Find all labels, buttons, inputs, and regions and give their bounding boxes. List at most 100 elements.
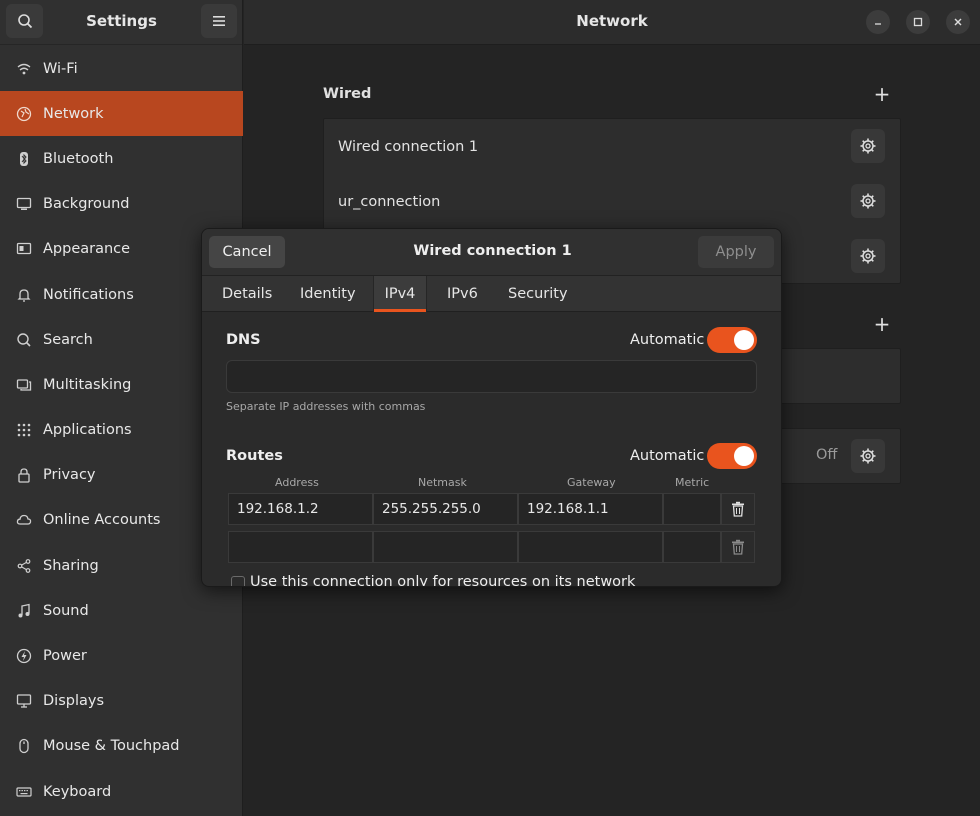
- maximize-icon: [913, 17, 923, 27]
- hamburger-icon: [213, 16, 225, 26]
- bell-icon: [15, 286, 33, 304]
- lock-icon: [15, 466, 33, 484]
- tab-ipv4[interactable]: IPv4: [373, 276, 427, 312]
- delete-route-button[interactable]: [721, 531, 755, 563]
- sidebar-item-label: Bluetooth: [43, 150, 114, 167]
- tab-identity[interactable]: Identity: [300, 276, 356, 312]
- sidebar-item-label: Wi-Fi: [43, 60, 78, 77]
- sidebar-item-bluetooth[interactable]: Bluetooth: [0, 136, 243, 181]
- sidebar-item-label: Keyboard: [43, 783, 112, 800]
- route-netmask-input[interactable]: 255.255.255.0: [373, 493, 518, 525]
- display-icon: [15, 692, 33, 710]
- minimize-icon: [875, 23, 881, 25]
- connection-row[interactable]: Wired connection 1: [324, 119, 900, 174]
- wired-section-label: Wired: [323, 86, 372, 102]
- dialog-title: Wired connection 1: [413, 243, 572, 259]
- routes-label: Routes: [226, 448, 283, 464]
- route-address-input[interactable]: [228, 531, 373, 563]
- sidebar-item-displays[interactable]: Displays: [0, 679, 243, 724]
- grid-icon: [15, 421, 33, 439]
- trash-icon: [732, 501, 744, 517]
- route-gateway-input[interactable]: [518, 531, 663, 563]
- tab-label: IPv4: [384, 286, 416, 302]
- tab-details[interactable]: Details: [222, 276, 272, 312]
- proxy-settings-button[interactable]: [851, 439, 885, 473]
- connection-dialog: Cancel Wired connection 1 Apply Details …: [201, 228, 782, 587]
- mouse-icon: [15, 737, 33, 755]
- sidebar-item-label: Displays: [43, 693, 105, 710]
- keyboard-icon: [15, 783, 33, 801]
- network-icon: [15, 105, 33, 123]
- appearance-icon: [15, 240, 33, 258]
- connection-settings-button[interactable]: [851, 184, 885, 218]
- dns-automatic-label: Automatic: [630, 332, 705, 348]
- column-header-netmask: Netmask: [418, 476, 467, 489]
- tab-security[interactable]: Security: [508, 276, 568, 312]
- route-netmask-value: 255.255.255.0: [382, 501, 481, 517]
- share-icon: [15, 557, 33, 575]
- trash-icon: [732, 539, 744, 555]
- tab-label: IPv6: [447, 286, 478, 302]
- only-resources-checkbox[interactable]: [231, 576, 245, 586]
- plus-icon: +: [873, 82, 891, 106]
- gear-icon: [860, 248, 876, 264]
- delete-route-button[interactable]: [721, 493, 755, 525]
- dialog-tabs: Details Identity IPv4 IPv6 Security: [202, 276, 781, 312]
- sidebar-item-power[interactable]: Power: [0, 633, 243, 678]
- sidebar-header: Settings: [0, 0, 242, 45]
- apply-button[interactable]: Apply: [698, 236, 774, 268]
- gear-icon: [860, 138, 876, 154]
- gear-icon: [860, 448, 876, 464]
- sidebar-item-label: Sharing: [43, 557, 99, 574]
- route-metric-input[interactable]: [663, 493, 721, 525]
- close-button[interactable]: [946, 10, 970, 34]
- add-wired-button[interactable]: +: [872, 82, 892, 106]
- sidebar-item-keyboard[interactable]: Keyboard: [0, 769, 243, 814]
- wifi-icon: [15, 60, 33, 78]
- power-icon: [15, 647, 33, 665]
- route-netmask-input[interactable]: [373, 531, 518, 563]
- column-header-gateway: Gateway: [567, 476, 616, 489]
- sidebar-item-background[interactable]: Background: [0, 182, 243, 227]
- connection-name: Wired connection 1: [338, 138, 479, 155]
- route-address-input[interactable]: 192.168.1.2: [228, 493, 373, 525]
- gear-icon: [860, 193, 876, 209]
- sidebar-item-label: Appearance: [43, 241, 131, 258]
- sidebar-item-label: Online Accounts: [43, 512, 161, 529]
- sidebar-item-label: Search: [43, 331, 93, 348]
- sidebar-item-sound[interactable]: Sound: [0, 588, 243, 633]
- add-vpn-button[interactable]: +: [872, 314, 892, 335]
- bluetooth-icon: [15, 150, 33, 168]
- connection-row[interactable]: ur_connection: [324, 174, 900, 229]
- connection-settings-button[interactable]: [851, 239, 885, 273]
- cloud-icon: [15, 511, 33, 529]
- route-gateway-input[interactable]: 192.168.1.1: [518, 493, 663, 525]
- route-metric-input[interactable]: [663, 531, 721, 563]
- dns-hint: Separate IP addresses with commas: [226, 400, 426, 413]
- dns-label: DNS: [226, 332, 261, 348]
- dns-automatic-switch[interactable]: [707, 327, 757, 353]
- connection-name: ur_connection: [338, 193, 441, 210]
- dialog-header: Cancel Wired connection 1 Apply: [202, 229, 781, 276]
- route-address-value: 192.168.1.2: [237, 501, 319, 517]
- route-gateway-value: 192.168.1.1: [527, 501, 609, 517]
- maximize-button[interactable]: [906, 10, 930, 34]
- menu-button[interactable]: [201, 4, 237, 38]
- multitasking-icon: [15, 376, 33, 394]
- minimize-button[interactable]: [866, 10, 890, 34]
- sidebar-item-label: Mouse & Touchpad: [43, 738, 180, 755]
- sidebar-item-mouse-touchpad[interactable]: Mouse & Touchpad: [0, 724, 243, 769]
- dns-input[interactable]: [226, 360, 757, 393]
- connection-settings-button[interactable]: [851, 129, 885, 163]
- dialog-body: DNS Automatic Separate IP addresses with…: [202, 313, 781, 586]
- sidebar-item-label: Network: [43, 105, 104, 122]
- tab-label: Details: [222, 286, 273, 302]
- routes-automatic-label: Automatic: [630, 448, 705, 464]
- routes-automatic-switch[interactable]: [707, 443, 757, 469]
- search-icon: [15, 331, 33, 349]
- sidebar-item-wifi[interactable]: Wi-Fi: [0, 46, 243, 91]
- tab-ipv6[interactable]: IPv6: [447, 276, 478, 312]
- sidebar-item-label: Background: [43, 196, 130, 213]
- music-note-icon: [15, 602, 33, 620]
- sidebar-item-network[interactable]: Network: [0, 91, 243, 137]
